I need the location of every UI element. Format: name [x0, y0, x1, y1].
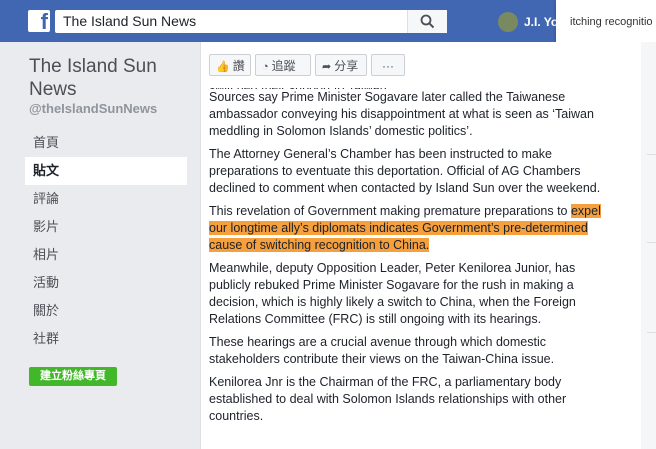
more-options-button[interactable]: ··· [371, 54, 405, 76]
search-input[interactable]: The Island Sun News [63, 13, 196, 29]
nav-item-home[interactable]: 首頁 [25, 129, 187, 157]
page-title[interactable]: The Island Sun News [29, 55, 189, 101]
post-content-panel: switched their support to Taiwan. 👍讚 ◔追蹤… [200, 42, 641, 449]
profile-name[interactable]: J.I. Yo [524, 15, 558, 29]
page-handle[interactable]: @theIslandSunNews [29, 101, 157, 116]
like-button[interactable]: 👍 讚 [209, 54, 251, 76]
article-paragraph: Kenilorea Jnr is the Chairman of the FRC… [209, 375, 567, 423]
rss-icon: ◔ [262, 61, 269, 73]
nav-item-events[interactable]: 活動 [25, 269, 187, 297]
popup-text: itching recognitio [570, 16, 653, 28]
nav-item-about[interactable]: 關於 [25, 297, 187, 325]
page-sidebar: The Island Sun News @theIslandSunNews 首頁… [0, 42, 200, 449]
create-page-button[interactable]: 建立粉絲專頁 [29, 367, 117, 386]
right-column-edge [641, 42, 656, 449]
follow-button[interactable]: ◔ 追蹤 [255, 54, 311, 76]
share-arrow-icon: ➦ [322, 61, 332, 73]
article-paragraph: The Attorney General’s Chamber has been … [209, 147, 601, 195]
search-box[interactable]: The Island Sun News [55, 10, 447, 33]
thumbs-up-icon: 👍 [216, 61, 230, 73]
nav-item-videos[interactable]: 影片 [25, 213, 187, 241]
article-paragraph: Meanwhile, deputy Opposition Leader, Pet… [209, 261, 576, 326]
divider [647, 332, 656, 333]
search-button[interactable] [407, 10, 447, 33]
page-nav: 首頁 貼文 評論 影片 相片 活動 關於 社群 [25, 129, 187, 353]
search-icon [420, 14, 435, 29]
profile-avatar[interactable] [498, 12, 518, 32]
page-action-bar: 👍 讚 ◔ 追蹤 ➦ 分享 ··· [201, 42, 641, 88]
divider [647, 242, 656, 243]
article-paragraph-highlighted: This revelation of Government making pre… [209, 204, 601, 252]
article-body: Sources say Prime Minister Sogavare late… [209, 89, 619, 431]
nav-item-community[interactable]: 社群 [25, 325, 187, 353]
divider [647, 154, 656, 155]
nav-item-posts[interactable]: 貼文 [25, 157, 187, 185]
facebook-logo-icon[interactable]: f [28, 9, 50, 34]
nav-item-photos[interactable]: 相片 [25, 241, 187, 269]
share-button[interactable]: ➦ 分享 [315, 54, 367, 76]
nav-item-reviews[interactable]: 評論 [25, 185, 187, 213]
article-paragraph: Sources say Prime Minister Sogavare late… [209, 90, 594, 138]
top-navigation-bar: f The Island Sun News J.I. Yo itching re… [0, 0, 656, 44]
search-suggestion-popup[interactable]: itching recognitio [556, 0, 656, 44]
article-paragraph: These hearings are a crucial avenue thro… [209, 335, 555, 366]
